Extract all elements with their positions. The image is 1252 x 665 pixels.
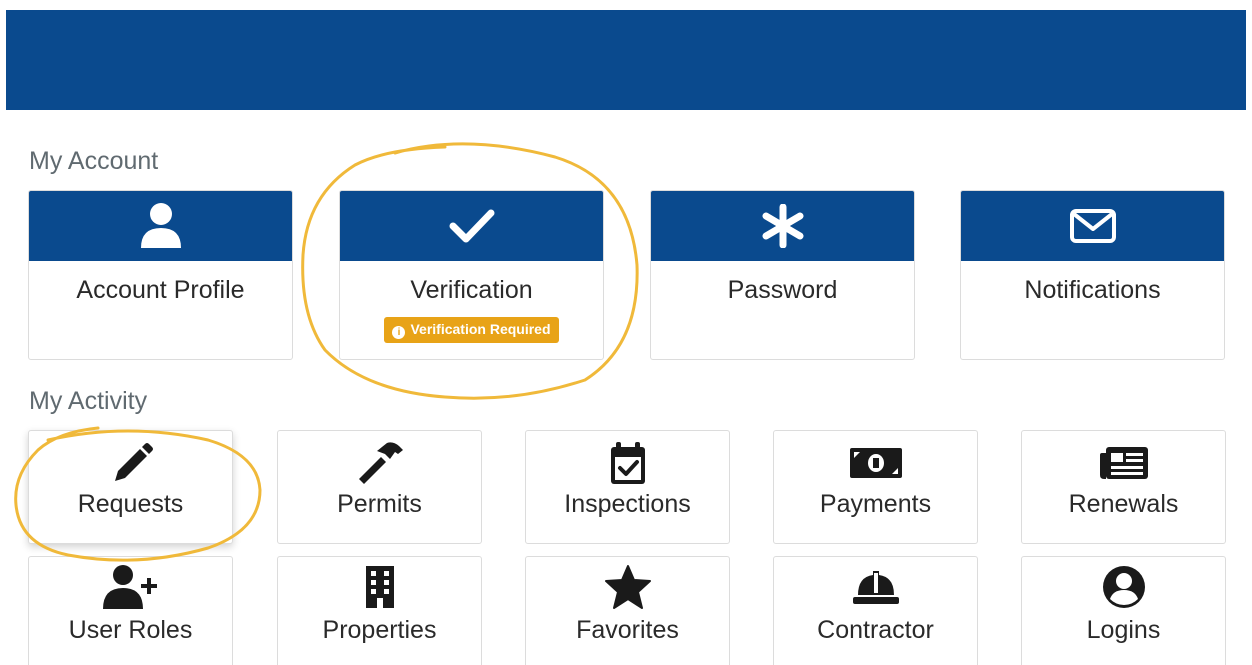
activity-card-label: User Roles <box>68 616 193 644</box>
account-card-verification[interactable]: Verification i Verification Required <box>339 190 604 360</box>
account-card-profile[interactable]: Account Profile <box>28 190 293 360</box>
money-bill-icon <box>849 448 902 478</box>
user-circle-icon <box>1102 566 1145 608</box>
activity-card-renewals[interactable]: Renewals <box>1021 430 1226 544</box>
user-icon <box>140 203 181 248</box>
star-icon <box>604 565 651 609</box>
envelope-icon <box>1069 209 1116 243</box>
info-icon: i <box>392 326 406 339</box>
asterisk-icon <box>762 204 803 248</box>
account-card-label: Verification <box>410 276 533 304</box>
activity-card-logins[interactable]: Logins <box>1021 556 1226 665</box>
activity-card-favorites[interactable]: Favorites <box>525 556 730 665</box>
account-card-header <box>29 191 292 261</box>
activity-card-user-roles[interactable]: User Roles <box>28 556 233 665</box>
pencil-icon <box>114 443 153 481</box>
verification-required-badge: i Verification Required <box>384 317 559 343</box>
hard-hat-icon <box>852 571 899 604</box>
activity-card-requests[interactable]: Requests <box>28 430 233 544</box>
activity-card-inspections[interactable]: Inspections <box>525 430 730 544</box>
activity-card-label: Requests <box>77 490 184 518</box>
calendar-check-icon <box>610 442 645 484</box>
activity-card-label: Contractor <box>817 616 934 644</box>
user-plus-icon <box>102 565 157 609</box>
section-title-my-account: My Account <box>29 147 159 175</box>
newspaper-icon <box>1099 447 1148 479</box>
account-card-header <box>340 191 603 261</box>
activity-card-permits[interactable]: Permits <box>277 430 482 544</box>
building-icon <box>365 566 394 608</box>
account-card-label: Notifications <box>1024 276 1161 304</box>
activity-card-label: Renewals <box>1068 490 1179 518</box>
activity-card-properties[interactable]: Properties <box>277 556 482 665</box>
activity-card-label: Permits <box>337 490 422 518</box>
badge-text: Verification Required <box>410 321 551 337</box>
activity-card-label: Payments <box>819 490 932 518</box>
activity-card-label: Inspections <box>564 490 691 518</box>
activity-card-label: Properties <box>322 616 437 644</box>
account-card-password[interactable]: Password <box>650 190 915 360</box>
account-card-header <box>961 191 1224 261</box>
account-card-label: Password <box>727 276 838 304</box>
check-icon <box>449 209 494 243</box>
activity-card-label: Favorites <box>576 616 679 644</box>
account-card-notifications[interactable]: Notifications <box>960 190 1225 360</box>
hammer-icon <box>358 442 403 484</box>
activity-card-payments[interactable]: Payments <box>773 430 978 544</box>
account-card-header <box>651 191 914 261</box>
section-title-my-activity: My Activity <box>29 387 148 415</box>
page: My Account Account Profile Verification … <box>0 0 1252 665</box>
activity-card-label: Logins <box>1086 616 1161 644</box>
account-card-label: Account Profile <box>76 276 245 304</box>
activity-card-contractor[interactable]: Contractor <box>773 556 978 665</box>
top-banner <box>6 10 1246 110</box>
